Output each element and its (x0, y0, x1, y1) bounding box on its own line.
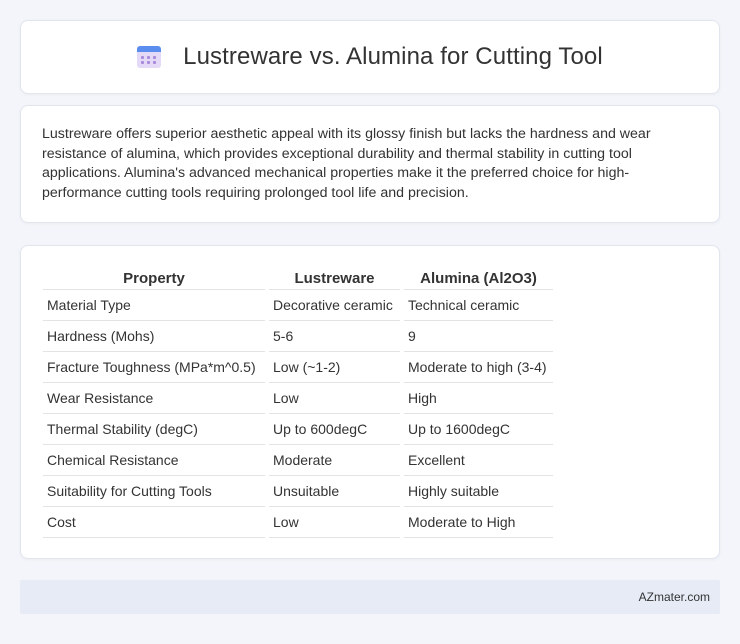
alumina-cell: Technical ceramic (404, 290, 553, 321)
alumina-cell: Highly suitable (404, 476, 553, 507)
column-header-lustreware: Lustreware (269, 267, 400, 290)
table-header-row: Property Lustreware Alumina (Al2O3) (43, 267, 553, 290)
property-cell: Hardness (Mohs) (43, 321, 265, 352)
alumina-cell: Moderate to High (404, 507, 553, 538)
property-cell: Cost (43, 507, 265, 538)
lustreware-cell: Low (269, 507, 400, 538)
property-cell: Thermal Stability (degC) (43, 414, 265, 445)
lustreware-cell: Decorative ceramic (269, 290, 400, 321)
calendar-icon (137, 45, 162, 69)
column-header-alumina: Alumina (Al2O3) (404, 267, 553, 290)
comparison-table: Property Lustreware Alumina (Al2O3) Mate… (39, 267, 557, 538)
table-row: Hardness (Mohs) 5-6 9 (43, 321, 553, 352)
footer-bar: AZmater.com (20, 580, 720, 614)
property-cell: Chemical Resistance (43, 445, 265, 476)
title-wrap: Lustreware vs. Alumina for Cutting Tool (137, 43, 603, 71)
lustreware-cell: Unsuitable (269, 476, 400, 507)
lustreware-cell: Low (~1-2) (269, 352, 400, 383)
lustreware-cell: 5-6 (269, 321, 400, 352)
alumina-cell: Up to 1600degC (404, 414, 553, 445)
description-text: Lustreware offers superior aesthetic app… (42, 126, 651, 201)
table-row: Wear Resistance Low High (43, 383, 553, 414)
lustreware-cell: Moderate (269, 445, 400, 476)
alumina-cell: Moderate to high (3-4) (404, 352, 553, 383)
column-header-property: Property (43, 267, 265, 290)
property-cell: Suitability for Cutting Tools (43, 476, 265, 507)
title-card: Lustreware vs. Alumina for Cutting Tool (20, 20, 720, 94)
lustreware-cell: Low (269, 383, 400, 414)
comparison-table-card: Property Lustreware Alumina (Al2O3) Mate… (20, 245, 720, 559)
footer-brand: AZmater.com (638, 590, 710, 604)
alumina-cell: Excellent (404, 445, 553, 476)
table-row: Chemical Resistance Moderate Excellent (43, 445, 553, 476)
property-cell: Material Type (43, 290, 265, 321)
lustreware-cell: Up to 600degC (269, 414, 400, 445)
table-row: Suitability for Cutting Tools Unsuitable… (43, 476, 553, 507)
table-row: Thermal Stability (degC) Up to 600degC U… (43, 414, 553, 445)
table-row: Cost Low Moderate to High (43, 507, 553, 538)
table-row: Material Type Decorative ceramic Technic… (43, 290, 553, 321)
table-row: Fracture Toughness (MPa*m^0.5) Low (~1-2… (43, 352, 553, 383)
property-cell: Fracture Toughness (MPa*m^0.5) (43, 352, 265, 383)
alumina-cell: High (404, 383, 553, 414)
property-cell: Wear Resistance (43, 383, 265, 414)
page-title: Lustreware vs. Alumina for Cutting Tool (183, 43, 603, 70)
description-card: Lustreware offers superior aesthetic app… (20, 105, 720, 223)
alumina-cell: 9 (404, 321, 553, 352)
